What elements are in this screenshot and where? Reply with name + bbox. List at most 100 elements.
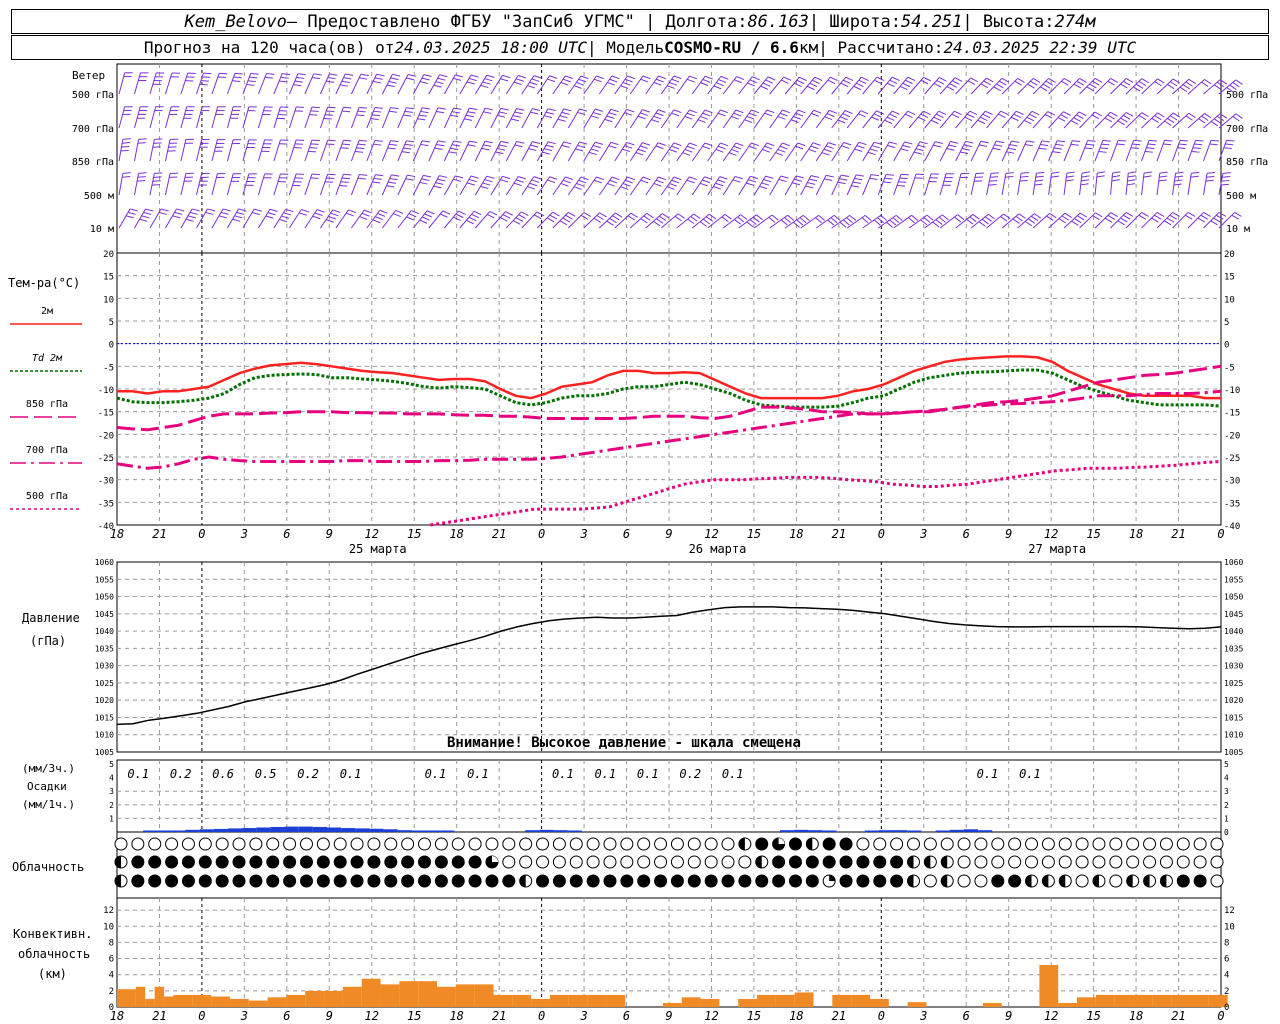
conv-tick-right: 10 — [1224, 922, 1235, 932]
wind-barb-flag — [1032, 78, 1041, 83]
conv-tick-left: 0 — [109, 1003, 114, 1013]
wind-barb-flag — [737, 216, 745, 223]
wind-barb-staff — [893, 174, 902, 196]
wind-barb-flag — [782, 142, 791, 147]
cloud-symbol — [670, 855, 684, 869]
cloud-half-fill — [738, 838, 745, 850]
wind-barb — [428, 74, 448, 95]
wind-barb-staff — [676, 142, 690, 162]
wind-barb-flag — [500, 140, 509, 144]
wind-barb-flag — [143, 211, 152, 215]
wind-barb-staff — [1079, 173, 1083, 196]
wind-barb-flag — [1163, 220, 1172, 226]
wind-barb-flag — [1049, 212, 1057, 219]
wind-barb — [412, 140, 431, 162]
temp-tick-left: 0 — [109, 341, 114, 351]
wind-barb-flag — [713, 85, 722, 90]
wind-barb-flag — [531, 78, 540, 82]
temp-tick-left: 20 — [103, 250, 114, 260]
precip-bar — [242, 828, 257, 832]
wind-barb — [319, 106, 336, 129]
wind-barb-flag — [876, 76, 885, 81]
time-tick-mid: 12 — [365, 527, 379, 541]
wind-barb-staff — [552, 108, 565, 129]
wind-barb-flag — [840, 174, 850, 178]
cloud-symbol — [299, 837, 313, 851]
wind-barb-flag — [997, 113, 1006, 119]
wind-barb-flag — [421, 178, 430, 182]
wind-barb-flag — [1216, 214, 1224, 220]
cloud-overcast — [502, 874, 516, 888]
wind-barb-flag — [763, 179, 772, 183]
wind-barb-flag — [236, 211, 245, 215]
wind-barb-flag — [486, 213, 495, 219]
wind-barb-flag — [435, 182, 444, 185]
wind-barb-staff — [319, 174, 329, 196]
cloud-clear — [468, 837, 482, 851]
wind-barb-staff — [381, 107, 392, 129]
wind-barb-flag — [139, 218, 148, 222]
wind-barb-flag — [389, 178, 398, 181]
wind-barb-staff — [660, 75, 675, 95]
wind-barb-flag — [1143, 175, 1152, 178]
wind-barb-flag — [595, 108, 603, 112]
conv-bar — [305, 990, 325, 1007]
cloud-symbol — [384, 874, 398, 888]
wind-barb-flag — [314, 212, 323, 216]
wind-barb-flag — [1061, 80, 1069, 86]
wind-barb-flag — [1031, 110, 1040, 116]
wind-barb-flag — [593, 217, 602, 223]
precip-unit-1h: (мм/1ч.) — [22, 798, 75, 811]
conv-bar — [135, 986, 146, 1007]
cloud-clear — [1058, 837, 1072, 851]
temp-tick-right: -25 — [1224, 454, 1240, 464]
wind-barb — [1141, 171, 1153, 196]
wind-barb-flag — [1014, 80, 1023, 86]
wind-barb-staff — [691, 109, 706, 129]
wind-barb-flag — [373, 143, 382, 146]
wind-barb-flag — [254, 208, 262, 212]
wind-barb-flag — [642, 75, 651, 80]
time-tick-mid: 12 — [704, 527, 718, 541]
cloud-overcast — [772, 855, 786, 869]
cloud-symbol — [519, 837, 533, 851]
wind-barb-flag — [502, 74, 511, 79]
wind-barb-staff — [1156, 140, 1166, 162]
cloud-symbol — [418, 837, 432, 851]
temp-tick-left: -30 — [98, 477, 114, 487]
wind-barb — [614, 108, 635, 129]
cloud-symbol — [721, 855, 735, 869]
wind-barb-flag — [627, 215, 636, 221]
wind-barb-flag — [1143, 171, 1153, 174]
wind-barb — [521, 176, 542, 196]
wind-barb-flag — [674, 215, 682, 222]
conv-bar — [606, 994, 626, 1007]
wind-barb-flag — [422, 140, 431, 143]
cloud-overcast — [839, 874, 853, 888]
wind-barb — [955, 173, 969, 196]
cloud-symbol — [266, 855, 280, 869]
wind-barb-flag — [1147, 143, 1156, 146]
temp-tick-right: -30 — [1224, 477, 1240, 487]
wind-barb-flag — [1097, 171, 1106, 174]
precip-bar — [808, 830, 823, 832]
wind-barb-flag — [900, 148, 909, 152]
wind-barb — [412, 174, 432, 196]
wind-barb-flag — [671, 179, 680, 184]
wind-barb-flag — [1210, 139, 1220, 142]
wind-barb-flag — [152, 146, 161, 148]
wind-barb-staff — [536, 141, 549, 162]
wind-barb-staff — [211, 106, 219, 129]
wind-barb-flag — [252, 211, 260, 216]
wind-barb-staff — [1141, 173, 1145, 196]
cloud-symbol — [1176, 855, 1190, 869]
wind-barb-flag — [375, 174, 384, 177]
wind-barb-flag — [513, 182, 522, 187]
wind-barb-flag — [480, 185, 489, 190]
wind-barb-flag — [1185, 214, 1193, 220]
pressure-tick-left: 1045 — [95, 610, 114, 619]
wind-barb-staff — [769, 142, 783, 162]
wind-barb-flag — [1178, 143, 1187, 146]
wind-barb-flag — [154, 138, 163, 140]
wind-barb-staff — [955, 214, 974, 229]
